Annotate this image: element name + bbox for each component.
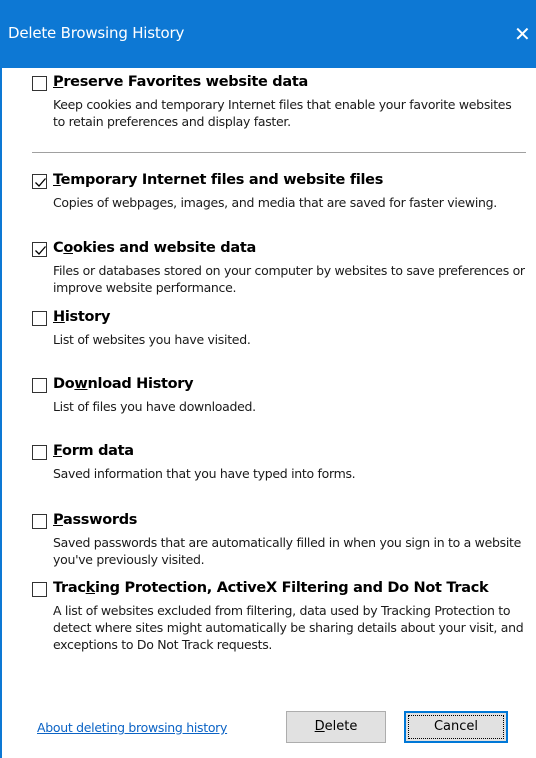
checkmark-icon <box>35 246 46 255</box>
temporary-files-checkbox[interactable] <box>32 174 47 189</box>
tracking-protection-label[interactable]: Tracking Protection, ActiveX Filtering a… <box>53 580 489 596</box>
close-icon[interactable]: ✕ <box>514 14 536 54</box>
preserve-favorites-label[interactable]: Preserve Favorites website data <box>53 74 308 90</box>
dialog-title: Delete Browsing History <box>8 24 185 42</box>
about-deleting-history-link[interactable]: About deleting browsing history <box>37 720 227 735</box>
passwords-checkbox[interactable] <box>32 514 47 529</box>
history-checkbox[interactable] <box>32 311 47 326</box>
delete-button[interactable]: Delete <box>286 711 386 743</box>
preserve-favorites-checkbox[interactable] <box>32 76 47 91</box>
passwords-description: Saved passwords that are automatically f… <box>53 535 521 567</box>
window-border <box>0 68 2 758</box>
form-data-label[interactable]: Form data <box>53 443 134 459</box>
cookies-description: Files or databases stored on your comput… <box>53 263 525 295</box>
passwords-label[interactable]: Passwords <box>53 512 137 528</box>
temporary-files-description: Copies of webpages, images, and media th… <box>53 195 497 210</box>
delete-browsing-history-dialog: Delete Browsing History ✕ Preserve Favor… <box>0 0 536 758</box>
history-label[interactable]: History <box>53 309 110 325</box>
cookies-checkbox[interactable] <box>32 242 47 257</box>
download-history-label[interactable]: Download History <box>53 376 194 392</box>
cookies-label[interactable]: Cookies and website data <box>53 240 256 256</box>
history-description: List of websites you have visited. <box>53 332 251 347</box>
separator <box>32 152 526 153</box>
temporary-files-label[interactable]: Temporary Internet files and website fil… <box>53 172 383 188</box>
checkmark-icon <box>35 178 46 187</box>
form-data-description: Saved information that you have typed in… <box>53 466 356 481</box>
download-history-description: List of files you have downloaded. <box>53 399 256 414</box>
form-data-checkbox[interactable] <box>32 445 47 460</box>
preserve-favorites-description: Keep cookies and temporary Internet file… <box>53 97 512 129</box>
cancel-button[interactable]: Cancel <box>404 711 508 743</box>
tracking-protection-description: A list of websites excluded from filteri… <box>53 603 524 652</box>
download-history-checkbox[interactable] <box>32 378 47 393</box>
tracking-protection-checkbox[interactable] <box>32 582 47 597</box>
title-bar: Delete Browsing History ✕ <box>0 0 536 68</box>
